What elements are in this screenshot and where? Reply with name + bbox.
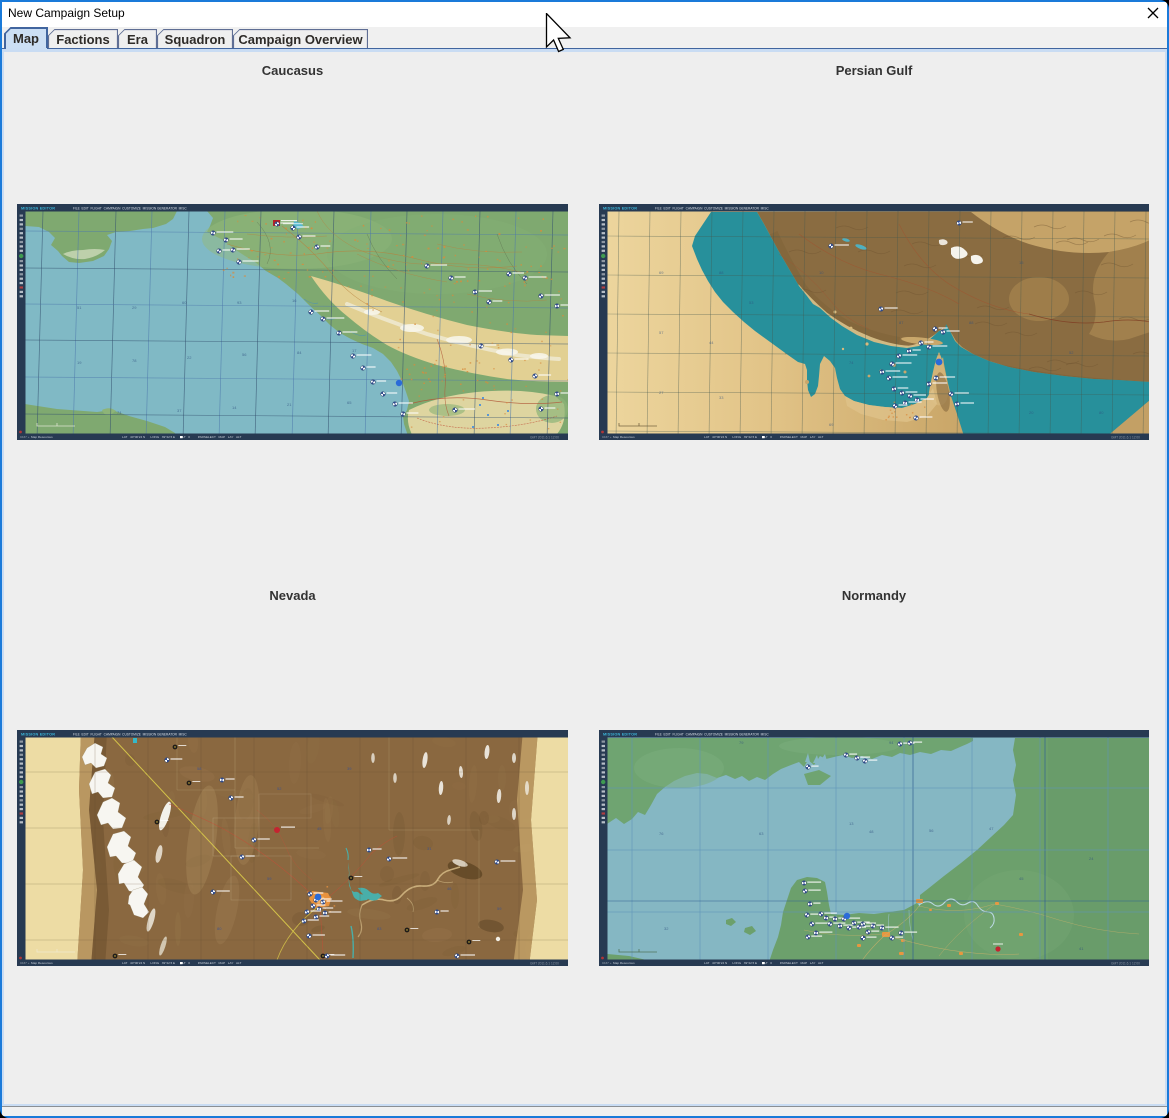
svg-text:20: 20	[1029, 410, 1034, 415]
svg-text:74: 74	[849, 360, 854, 365]
svg-text:84: 84	[297, 350, 302, 355]
svg-text:15: 15	[1019, 260, 1024, 265]
svg-text:52: 52	[1069, 350, 1074, 355]
svg-text:GMT 2011.6.1 12:00: GMT 2011.6.1 12:00	[1111, 961, 1140, 965]
svg-text:41: 41	[1079, 946, 1084, 951]
svg-text:0437 +: 0437 +	[602, 435, 612, 439]
svg-text:16: 16	[292, 298, 297, 303]
svg-text:22: 22	[187, 355, 192, 360]
svg-text:17: 17	[352, 348, 357, 353]
svg-text:37: 37	[177, 408, 182, 413]
svg-text:FILE EDIT FLIGHT CAMPAIGN: FILE EDIT FLIGHT CAMPAIGN CUSTOMIZE MISS…	[73, 732, 187, 736]
svg-text:47: 47	[989, 826, 994, 831]
svg-text:79: 79	[739, 740, 744, 745]
svg-text:Map Resources: Map Resources	[613, 961, 635, 965]
svg-text:69: 69	[659, 270, 664, 275]
svg-text:56: 56	[929, 828, 934, 833]
svg-text:27: 27	[659, 390, 664, 395]
svg-text:69: 69	[829, 422, 834, 427]
svg-text:88: 88	[969, 320, 974, 325]
svg-text:GMT 2011.6.1 12:00: GMT 2011.6.1 12:00	[530, 961, 559, 965]
svg-text:14: 14	[232, 405, 237, 410]
svg-text:74: 74	[117, 410, 122, 415]
svg-text:FILE EDIT FLIGHT CAMPAIGN: FILE EDIT FLIGHT CAMPAIGN CUSTOMIZE MISS…	[73, 206, 187, 210]
svg-text:19: 19	[77, 360, 82, 365]
svg-text:39: 39	[347, 766, 352, 771]
svg-text:80: 80	[217, 926, 222, 931]
svg-text:94: 94	[889, 740, 894, 745]
svg-text:45: 45	[317, 826, 322, 831]
svg-text:45: 45	[1019, 876, 1024, 881]
svg-text:87: 87	[899, 320, 904, 325]
svg-text:46: 46	[447, 886, 452, 891]
svg-text:GMT 2011.6.1 12:00: GMT 2011.6.1 12:00	[530, 435, 559, 439]
svg-text:60: 60	[182, 300, 187, 305]
svg-text:Map Resources: Map Resources	[31, 961, 53, 965]
svg-text:32: 32	[664, 926, 669, 931]
svg-text:31: 31	[427, 846, 432, 851]
svg-text:63: 63	[759, 831, 764, 836]
svg-text:53: 53	[749, 300, 754, 305]
svg-text:58: 58	[197, 766, 202, 771]
svg-text:MISSION EDITOR: MISSION EDITOR	[603, 207, 637, 211]
svg-text:10: 10	[819, 270, 824, 275]
svg-text:88: 88	[719, 270, 724, 275]
svg-text:44: 44	[709, 340, 714, 345]
svg-text:24: 24	[1089, 856, 1094, 861]
svg-text:FILE EDIT FLIGHT CAMPAIGN: FILE EDIT FLIGHT CAMPAIGN CUSTOMIZE MISS…	[655, 732, 769, 736]
svg-text:52: 52	[277, 786, 282, 791]
svg-text:0437 +: 0437 +	[602, 961, 612, 965]
svg-text:93: 93	[237, 300, 242, 305]
svg-text:48: 48	[869, 829, 874, 834]
svg-text:59: 59	[497, 906, 502, 911]
svg-text:51: 51	[77, 305, 82, 310]
svg-text:MISSION EDITOR: MISSION EDITOR	[603, 733, 637, 737]
svg-text:65: 65	[347, 400, 352, 405]
svg-text:57: 57	[659, 330, 664, 335]
svg-text:56: 56	[242, 352, 247, 357]
svg-text:21: 21	[287, 402, 292, 407]
svg-text:29: 29	[132, 305, 137, 310]
svg-text:0437 +: 0437 +	[20, 961, 30, 965]
svg-text:0437 +: 0437 +	[20, 435, 30, 439]
svg-text:80: 80	[1099, 410, 1104, 415]
svg-text:Map Resources: Map Resources	[613, 435, 635, 439]
svg-text:33: 33	[719, 395, 724, 400]
svg-text:13: 13	[849, 821, 854, 826]
svg-text:MISSION EDITOR: MISSION EDITOR	[21, 733, 55, 737]
svg-text:59: 59	[267, 876, 272, 881]
svg-text:GMT 2011.6.1 12:00: GMT 2011.6.1 12:00	[1111, 435, 1140, 439]
svg-text:78: 78	[132, 358, 137, 363]
svg-text:MISSION EDITOR: MISSION EDITOR	[21, 207, 55, 211]
svg-text:83: 83	[377, 926, 382, 931]
svg-text:FILE EDIT FLIGHT CAMPAIGN: FILE EDIT FLIGHT CAMPAIGN CUSTOMIZE MISS…	[655, 206, 769, 210]
svg-text:Map Resources: Map Resources	[31, 435, 53, 439]
svg-text:76: 76	[659, 831, 664, 836]
